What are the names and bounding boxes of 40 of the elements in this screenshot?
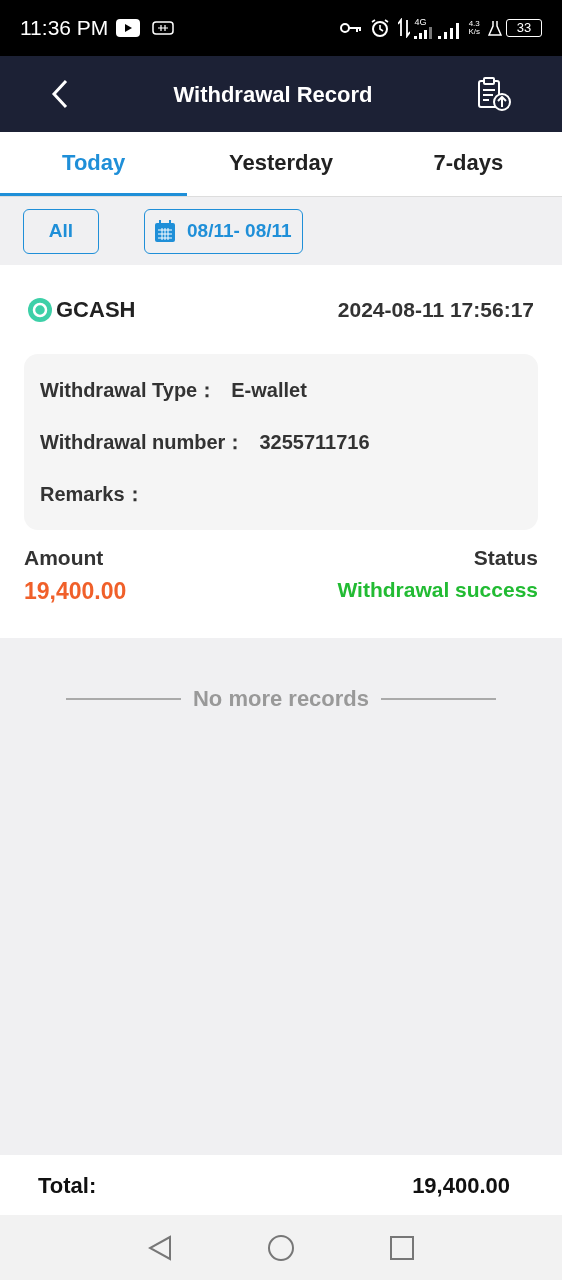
signal-icon <box>414 26 435 39</box>
back-icon[interactable] <box>50 79 70 109</box>
video-app-icon <box>116 19 141 37</box>
recents-nav-icon[interactable] <box>390 1235 415 1260</box>
amount-label: Amount <box>24 545 105 571</box>
record-datetime: 2024-08-11 17:56:17 <box>337 296 534 323</box>
clipboard-upload-icon[interactable] <box>476 76 512 112</box>
detail-value: 3255711716 <box>259 430 370 455</box>
tab[interactable]: Yesterday <box>187 132 375 196</box>
network-type: 4G <box>414 17 427 27</box>
total-value: 19,400.00 <box>412 1171 510 1200</box>
speed-value: 4.3 <box>468 20 480 28</box>
key-icon <box>340 22 363 34</box>
detail-label: Withdrawal number： <box>40 430 246 455</box>
back-nav-icon[interactable] <box>147 1234 172 1261</box>
signal-icon <box>438 23 461 39</box>
speed-unit: K/s <box>468 28 480 36</box>
detail-value: E-wallet <box>231 378 307 403</box>
flask-icon <box>488 20 502 36</box>
tab[interactable]: Today <box>0 132 188 196</box>
home-nav-icon[interactable] <box>267 1233 295 1262</box>
detail-label: Withdrawal Type： <box>40 378 218 403</box>
tab[interactable]: 7-days <box>374 132 562 196</box>
date-range-button[interactable]: 08/11- 08/11 <box>144 208 303 254</box>
amount-value: 19,400.00 <box>24 576 128 606</box>
filter-button[interactable]: All <box>23 208 99 254</box>
battery-indicator: 33 <box>506 19 542 37</box>
alarm-icon <box>370 18 391 38</box>
clock-time: 11:36 PM <box>20 15 109 42</box>
total-label: Total: <box>38 1171 97 1200</box>
wallet-logo-icon <box>28 297 52 322</box>
payment-method: GCASH <box>56 296 136 324</box>
end-of-list-text: No more records <box>192 685 370 713</box>
status-label: Status <box>472 545 538 571</box>
calendar-icon <box>155 220 175 242</box>
detail-label: Remarks： <box>40 482 145 507</box>
page-title: Withdrawal Record <box>172 80 374 109</box>
data-arrows-icon <box>398 18 411 38</box>
status-value: Withdrawal success <box>336 576 538 603</box>
notification-icon <box>152 21 175 35</box>
